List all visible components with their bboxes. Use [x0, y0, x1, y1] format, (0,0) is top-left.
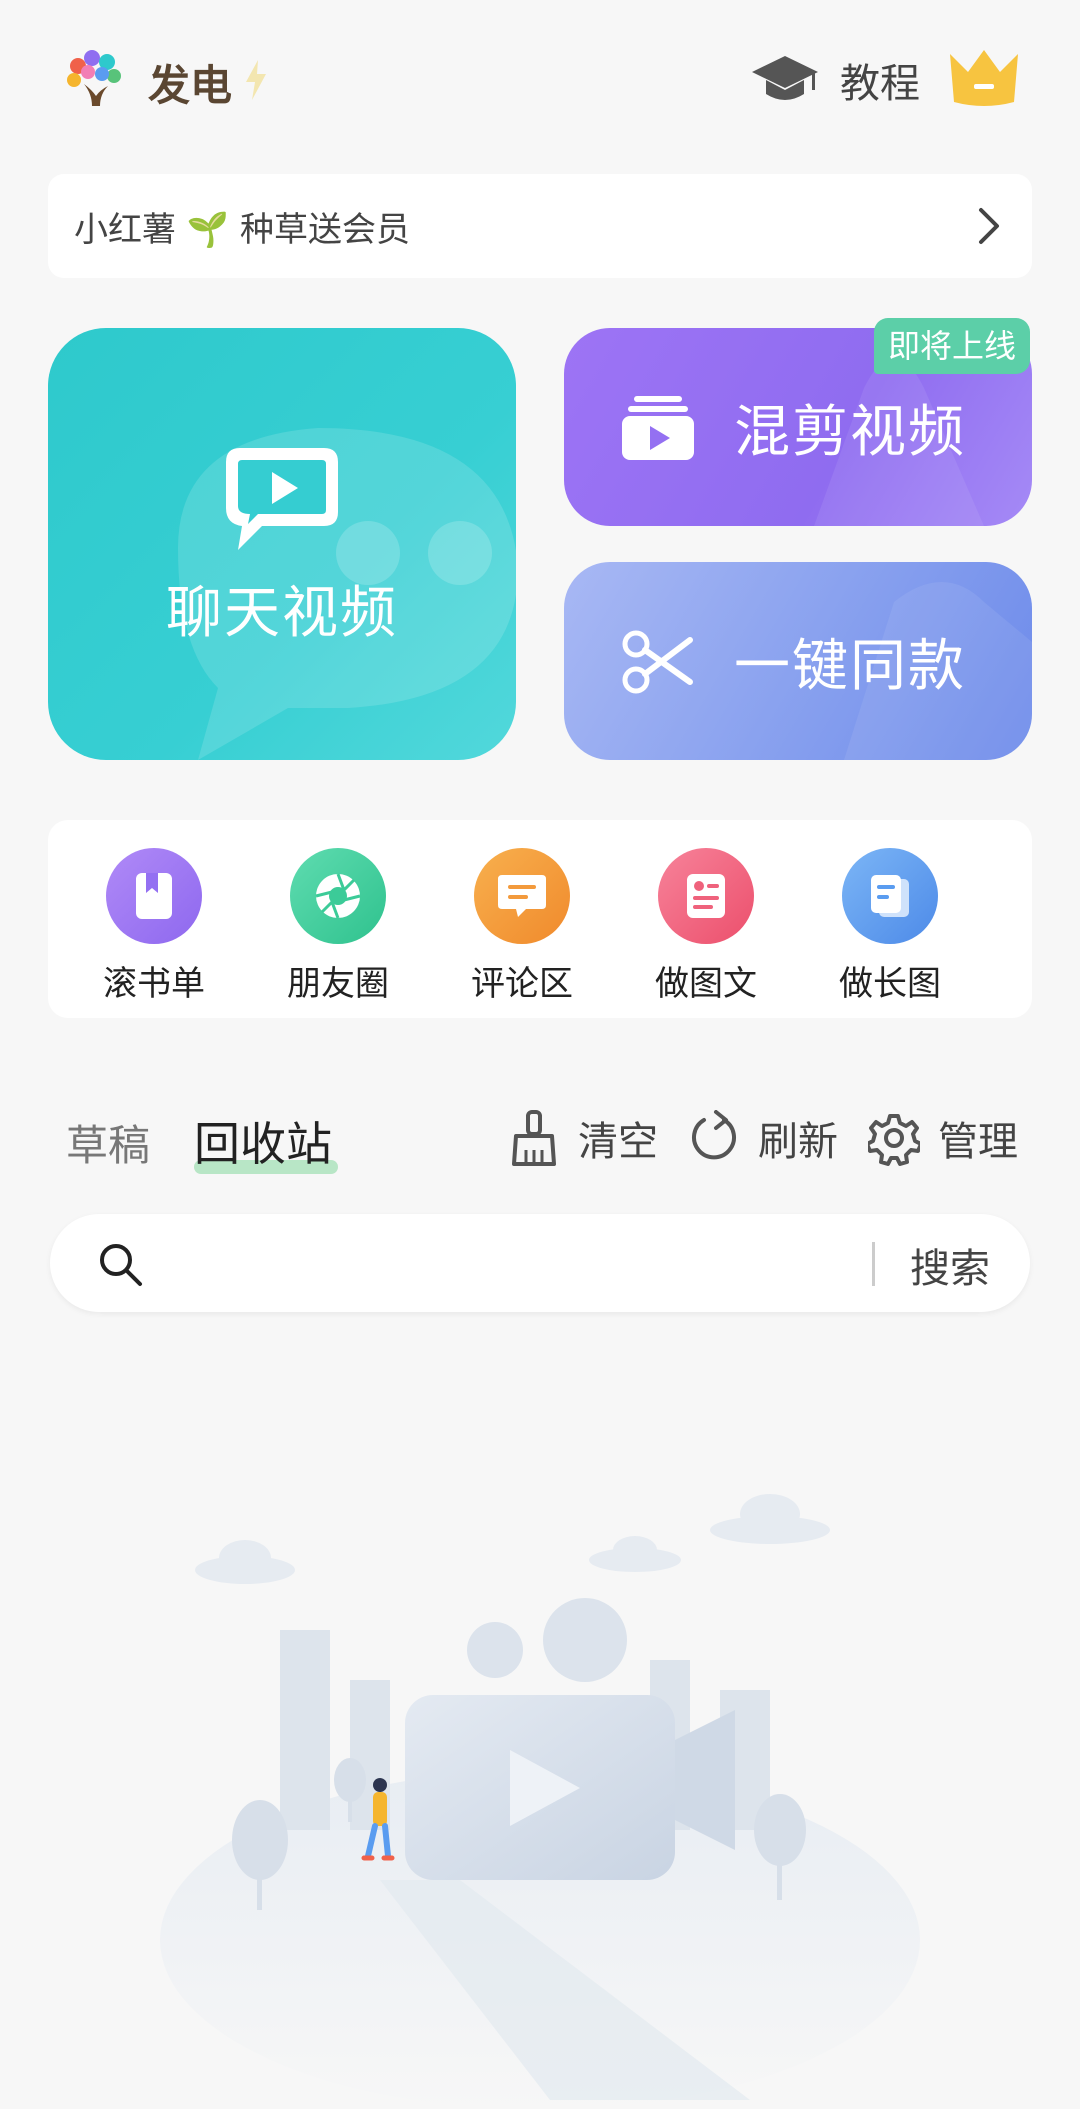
- chat-video-label: 聊天视频: [166, 581, 398, 646]
- promo-banner-text: 小红薯 🌱 种草送会员: [74, 209, 410, 250]
- tool-label: 做图文: [655, 964, 757, 1004]
- tab-draft[interactable]: 草稿: [66, 1112, 150, 1173]
- tool-long-image[interactable]: 做长图: [820, 848, 960, 1005]
- chat-video-card[interactable]: 聊天视频: [48, 328, 516, 760]
- refresh-icon: [692, 1110, 736, 1160]
- coming-soon-badge: 即将上线: [874, 318, 1031, 374]
- search-bar: 搜索: [50, 1214, 1030, 1312]
- tool-label: 朋友圈: [287, 964, 389, 1004]
- graduation-cap-icon: [752, 56, 818, 100]
- app-header: 发电 教程: [0, 0, 1080, 160]
- tools-row: 滚书单 朋友圈 评论区 做图文 做长图: [48, 820, 1032, 1018]
- long-image-icon: [842, 848, 938, 944]
- tool-book-list[interactable]: 滚书单: [84, 848, 224, 1005]
- gear-icon: [868, 1114, 920, 1166]
- empty-state-illustration: [160, 1494, 920, 2109]
- app-name: 发电: [148, 61, 233, 110]
- aperture-icon: [290, 848, 386, 944]
- tool-moments[interactable]: 朋友圈: [268, 848, 408, 1005]
- search-icon: [100, 1244, 142, 1286]
- refresh-label: 刷新: [758, 1119, 838, 1165]
- book-icon: [106, 848, 202, 944]
- tool-image-text[interactable]: 做图文: [636, 848, 776, 1005]
- clear-button[interactable]: 清空: [508, 1106, 658, 1170]
- tab-recycle-bin[interactable]: 回收站: [194, 1108, 332, 1174]
- lightning-icon[interactable]: [244, 60, 268, 100]
- tutorial-button[interactable]: 教程: [750, 44, 920, 116]
- promo-banner[interactable]: 小红薯 🌱 种草送会员: [48, 174, 1032, 278]
- search-divider: [872, 1242, 875, 1286]
- broom-icon: [512, 1110, 556, 1166]
- scissors-icon: [622, 630, 693, 694]
- app-logo-icon: [67, 50, 121, 106]
- manage-button[interactable]: 管理: [868, 1106, 1018, 1170]
- tutorial-label: 教程: [840, 61, 920, 107]
- refresh-button[interactable]: 刷新: [688, 1106, 838, 1170]
- search-button[interactable]: 搜索: [910, 1236, 990, 1294]
- chevron-right-icon: [979, 208, 999, 244]
- tool-label: 滚书单: [103, 964, 205, 1004]
- vip-crown-icon[interactable]: [946, 48, 1022, 110]
- search-input[interactable]: [170, 1234, 910, 1292]
- tool-label: 做长图: [839, 964, 941, 1004]
- tool-label: 评论区: [471, 964, 573, 1004]
- tool-comments[interactable]: 评论区: [452, 848, 592, 1005]
- comment-icon: [474, 848, 570, 944]
- one-click-same-label: 一键同款: [734, 633, 966, 699]
- video-chat-icon: [226, 448, 338, 550]
- manage-label: 管理: [938, 1119, 1018, 1165]
- mix-video-label: 混剪视频: [734, 399, 966, 465]
- video-clips-icon: [622, 396, 694, 460]
- clear-label: 清空: [578, 1119, 658, 1165]
- image-text-icon: [658, 848, 754, 944]
- one-click-same-card[interactable]: 一键同款: [564, 562, 1032, 760]
